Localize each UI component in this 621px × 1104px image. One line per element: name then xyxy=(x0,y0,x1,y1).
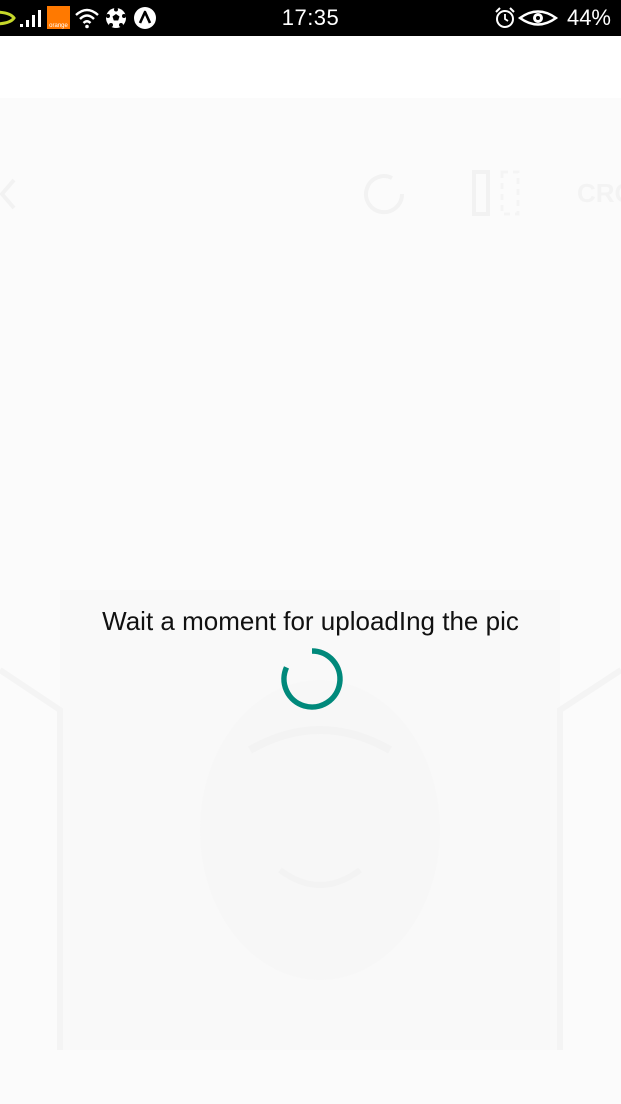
loading-spinner-icon xyxy=(281,648,343,710)
status-bar-right: 44% xyxy=(493,0,611,36)
flip-icon xyxy=(472,170,490,216)
battery-level: 44% xyxy=(566,5,611,30)
background-toolbar xyxy=(0,170,520,216)
status-bar: orange 17:35 44% xyxy=(0,0,621,36)
loading-message: Wait a moment for uploadIng the pic xyxy=(102,606,519,636)
crop-button-label: CRO xyxy=(577,178,621,208)
rotate-icon xyxy=(364,174,405,215)
alarm-icon xyxy=(495,7,515,28)
eye-icon xyxy=(517,10,559,26)
back-arrow-icon xyxy=(0,178,16,210)
screen: orange 17:35 44% CR Wait a moment for up… xyxy=(0,0,621,1104)
